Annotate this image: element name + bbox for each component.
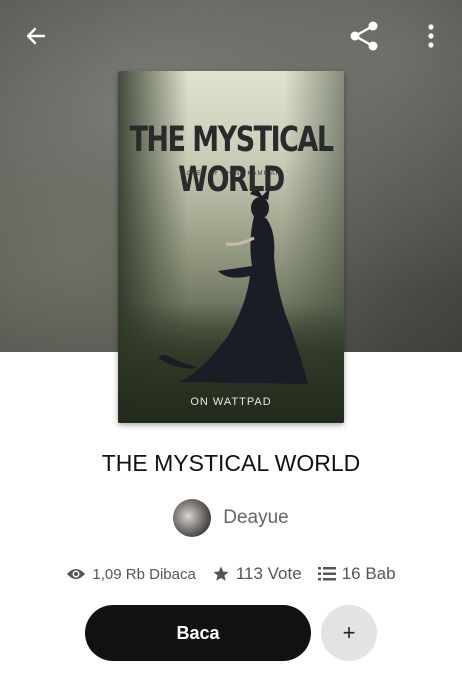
stat-reads: 1,09 Rb Dibaca — [66, 565, 196, 583]
more-vertical-icon — [428, 24, 434, 48]
stat-chapters: 16 Bab — [317, 564, 396, 584]
book-title: THE MYSTICAL WORLD — [101, 450, 361, 476]
add-to-library-button[interactable]: + — [321, 605, 377, 661]
back-button[interactable] — [18, 18, 54, 54]
reads-count: 1,09 Rb Dibaca — [92, 565, 196, 583]
cover-footer: ON WATTPAD — [190, 396, 272, 408]
votes-count: 113 Vote — [235, 564, 302, 583]
arrow-left-icon — [26, 27, 46, 45]
author-name[interactable]: Deayue — [223, 507, 289, 529]
read-button[interactable]: Baca — [85, 605, 311, 661]
cover-figure-illustration — [158, 186, 308, 384]
star-icon — [213, 566, 229, 581]
stat-votes: 113 Vote — [212, 564, 302, 584]
author-row[interactable]: Deayue — [0, 498, 462, 538]
avatar[interactable] — [173, 499, 212, 537]
cover-subtitle: NOVEL BY CHINA KAMILAH — [181, 171, 281, 177]
share-button[interactable] — [346, 18, 382, 54]
chapters-count: 16 Bab — [341, 564, 396, 583]
list-icon — [317, 567, 336, 581]
book-cover[interactable]: THE MYSTICAL WORLD NOVEL BY CHINA KAMILA… — [118, 71, 344, 423]
share-icon — [350, 21, 378, 51]
more-options-button[interactable] — [413, 18, 449, 54]
eye-icon — [67, 569, 86, 579]
cover-title: THE MYSTICAL WORLD — [129, 119, 334, 201]
book-stats: 1,09 Rb Dibaca 113 Vote 16 Bab — [0, 561, 462, 587]
